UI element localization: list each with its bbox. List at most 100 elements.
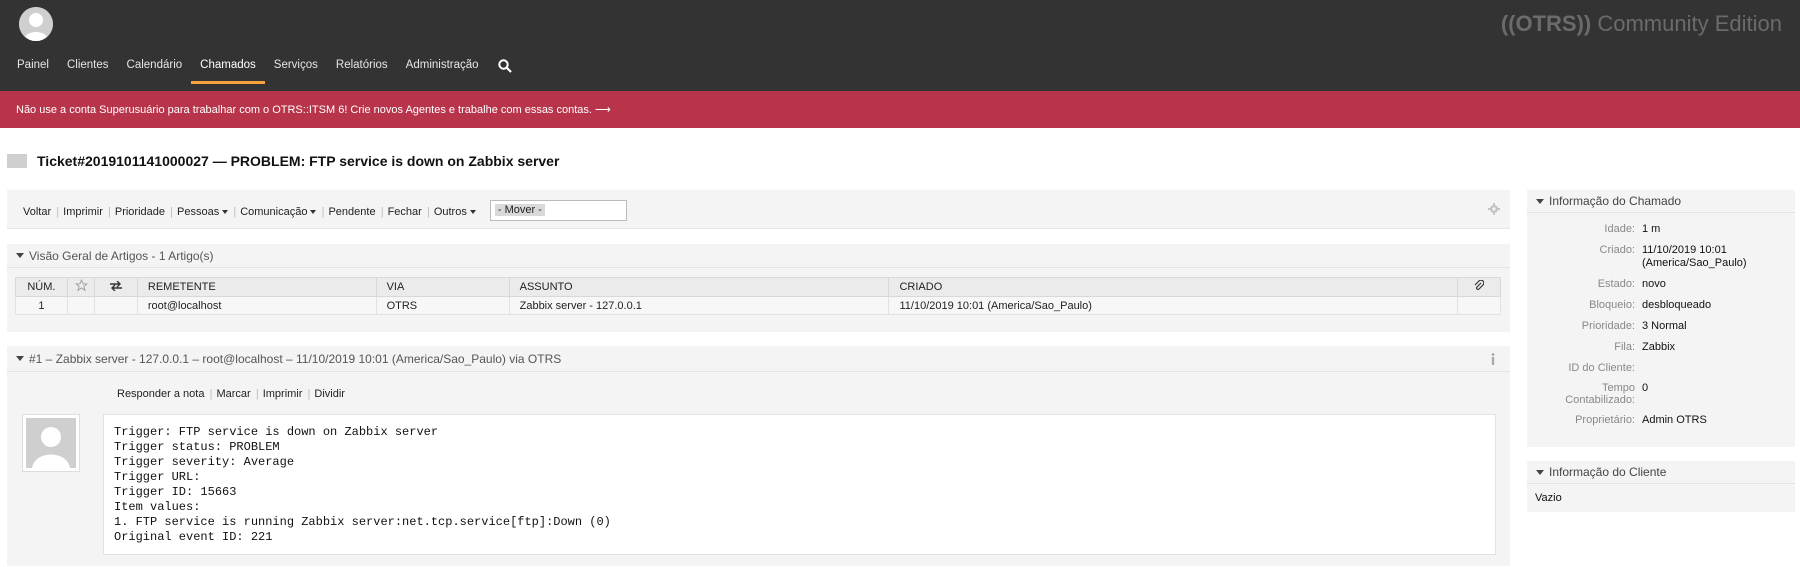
ticket-actions: Voltar Imprimir Prioridade Pessoas Comun… [17,200,627,222]
person-icon [26,418,76,468]
chevron-down-icon [310,209,317,214]
nav-item-calendario[interactable]: Calendário [118,52,192,84]
article-actions: Responder a nota Marcar Imprimir Dividir [111,388,351,400]
field-label: Idade: [1604,223,1635,235]
cell-star [66,296,96,315]
col-via[interactable]: VIA [375,277,510,297]
user-avatar[interactable] [19,7,53,41]
info-icon[interactable] [1490,353,1496,368]
sender-avatar [22,414,80,472]
field-age: Idade: 1 m [1535,223,1787,236]
field-value: novo [1642,278,1666,290]
ticket-info-title: Informação do Chamado [1549,194,1682,208]
print-button[interactable]: Imprimir [57,206,110,218]
col-direction[interactable] [94,277,138,297]
gear-icon[interactable] [1488,203,1500,218]
main-nav: Painel Clientes Calendário Chamados Serv… [0,52,522,84]
col-attachment[interactable] [1457,277,1501,297]
nav-item-administracao[interactable]: Administração [397,52,488,84]
cell-num: 1 [15,296,68,315]
sender-avatar-image [26,418,76,468]
ticket-color-marker [7,154,27,168]
col-sender[interactable]: REMETENTE [136,277,377,297]
field-label: Criado: [1599,244,1635,256]
field-value: 0 [1642,382,1649,394]
superuser-warning-banner[interactable]: Não use a conta Superusuário para trabal… [0,91,1800,128]
col-num[interactable]: NÚM. [15,277,68,297]
field-created: Criado: 11/10/2019 10:01 (America/Sao_Pau… [1535,244,1787,270]
sidebar: Informação do Chamado Idade: 1 m Criado: 1… [1527,190,1795,526]
nav-item-servicos[interactable]: Serviços [265,52,327,84]
people-menu[interactable]: Pessoas [171,205,236,218]
user-avatar-icon [19,7,53,41]
cell-via: OTRS [375,296,510,315]
field-label: Prioridade: [1581,320,1635,332]
field-priority: Prioridade: 3 Normal [1535,320,1787,333]
mark-button[interactable]: Marcar [210,388,258,400]
field-value: Zabbix [1642,341,1676,353]
field-lock: Bloqueio: desbloqueado [1535,299,1787,312]
ticket-info-header[interactable]: Informação do Chamado [1527,190,1795,213]
col-created[interactable]: CRIADO [888,277,1459,297]
nav-item-clientes[interactable]: Clientes [58,52,118,84]
collapse-icon [16,253,24,258]
field-label: ID do Cliente: [1568,362,1635,374]
nav-item-painel[interactable]: Painel [0,52,58,84]
field-value: desbloqueado [1642,299,1712,311]
brand-logo: ((OTRS)) Community Edition [1501,11,1782,37]
collapse-icon [1536,469,1544,475]
top-header: ((OTRS)) Community Edition Painel Client… [0,0,1800,91]
article-print-button[interactable]: Imprimir [257,388,310,400]
article-overview-panel: Visão Geral de Artigos - 1 Artigo(s) NÚM… [7,244,1510,332]
field-label: Estado: [1597,278,1635,290]
field-state: Estado: novo [1535,278,1787,291]
field-value: 11/10/2019 10:01 (America/Sao_Paulo) [1642,244,1747,269]
field-value [1642,362,1782,374]
field-customer-id: ID do Cliente: [1535,362,1787,374]
field-label: Bloqueio: [1589,299,1635,311]
article-overview-header[interactable]: Visão Geral de Artigos - 1 Artigo(s) [7,244,1510,268]
customer-info-header[interactable]: Informação do Cliente [1527,461,1795,484]
nav-item-chamados[interactable]: Chamados [191,52,265,84]
collapse-icon [1536,198,1544,204]
ticket-info-panel: Informação do Chamado Idade: 1 m Criado: 1… [1527,190,1795,447]
col-subject[interactable]: ASSUNTO [508,277,890,297]
close-ticket-button[interactable]: Fechar [382,206,431,218]
table-row[interactable]: 1 root@localhost OTRS Zabbix server - 12… [15,296,1501,315]
article-body: Trigger: FTP service is down on Zabbix s… [103,414,1496,555]
ticket-action-bar: Voltar Imprimir Prioridade Pessoas Comun… [7,190,1510,229]
customer-info-panel: Informação do Cliente Vazio [1527,461,1795,512]
back-button[interactable]: Voltar [17,206,59,218]
reply-note-button[interactable]: Responder a nota [111,388,213,400]
chevron-down-icon [222,209,229,214]
article-header[interactable]: #1 – Zabbix server - 127.0.0.1 – root@lo… [7,346,1510,372]
customer-info-value: Vazio [1535,492,1562,504]
split-button[interactable]: Dividir [308,388,351,400]
cell-attachment [1457,296,1501,315]
page-title: Ticket#2019101141000027 — PROBLEM: FTP s… [37,153,560,169]
others-menu[interactable]: Outros [428,206,482,218]
field-queue: Fila: Zabbix [1535,341,1787,354]
collapse-icon [16,356,24,361]
cell-subject: Zabbix server - 127.0.0.1 [508,296,890,315]
move-queue-select[interactable]: - Mover - [489,200,627,221]
search-button[interactable] [488,52,522,84]
nav-item-relatorios[interactable]: Relatórios [327,52,397,84]
article-header-text: #1 – Zabbix server - 127.0.0.1 – root@lo… [29,351,562,366]
field-value: 1 m [1642,223,1661,235]
field-value: 3 Normal [1642,320,1687,332]
pending-button[interactable]: Pendente [322,206,383,218]
communication-menu[interactable]: Comunicação [234,205,325,218]
col-star[interactable] [66,277,96,297]
move-queue-value: - Mover - [494,204,545,216]
field-owner: Proprietário: Admin OTRS [1535,414,1787,427]
brand-logo-prefix: ((OTRS)) [1500,11,1592,36]
arrows-icon [110,280,123,291]
others-menu-label: Outros [433,205,467,218]
field-time-accounted: Tempo Contabilizado: 0 [1535,382,1787,406]
priority-button[interactable]: Prioridade [109,206,173,218]
cell-created: 11/10/2019 10:01 (America/Sao_Paulo) [888,296,1459,315]
communication-menu-label: Comunicação [240,205,308,218]
people-menu-label: Pessoas [177,205,220,218]
paperclip-icon [1474,279,1485,290]
